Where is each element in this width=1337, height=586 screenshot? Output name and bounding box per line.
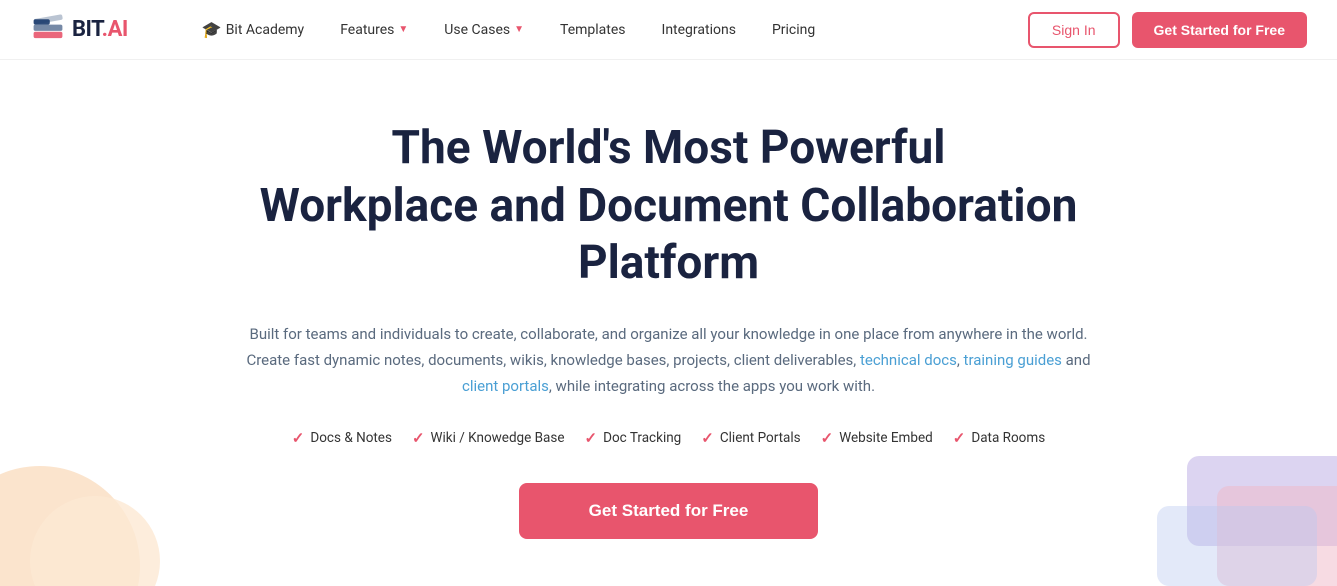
training-link[interactable]: training guides [964,351,1062,369]
check-icon-4: ✓ [701,429,714,447]
feature-website-embed: ✓ Website Embed [821,429,933,447]
academy-icon: 🎓 [202,20,222,39]
nav-use-cases[interactable]: Use Cases ▼ [430,14,538,46]
logo-text: BIT.AI [72,17,128,42]
features-chevron-icon: ▼ [398,24,408,35]
use-cases-chevron-icon: ▼ [514,24,524,35]
check-icon-5: ✓ [821,429,834,447]
check-icon-3: ✓ [585,429,598,447]
feature-wiki: ✓ Wiki / Knowedge Base [412,429,565,447]
hero-description: Built for teams and individuals to creat… [239,321,1099,400]
features-list: ✓ Docs & Notes ✓ Wiki / Knowedge Base ✓ … [292,429,1045,447]
logo-icon [30,12,66,48]
nav-pricing[interactable]: Pricing [758,14,829,46]
signin-button[interactable]: Sign In [1028,12,1120,48]
check-icon-2: ✓ [412,429,425,447]
get-started-hero-button[interactable]: Get Started for Free [519,483,819,539]
nav-links: 🎓 Bit Academy Features ▼ Use Cases ▼ Tem… [188,12,1028,47]
hero-title: The World's Most Powerful Workplace and … [219,120,1119,293]
hero-section: The World's Most Powerful Workplace and … [0,60,1337,579]
feature-doc-tracking: ✓ Doc Tracking [585,429,682,447]
feature-client-portals: ✓ Client Portals [701,429,800,447]
get-started-nav-button[interactable]: Get Started for Free [1132,12,1307,48]
navbar: BIT.AI 🎓 Bit Academy Features ▼ Use Case… [0,0,1337,60]
nav-templates[interactable]: Templates [546,14,640,46]
feature-docs-notes: ✓ Docs & Notes [292,429,392,447]
feature-data-rooms: ✓ Data Rooms [953,429,1045,447]
check-icon-6: ✓ [953,429,966,447]
nav-academy[interactable]: 🎓 Bit Academy [188,12,318,47]
nav-integrations[interactable]: Integrations [648,14,750,46]
tech-docs-link[interactable]: technical docs [860,351,957,369]
logo[interactable]: BIT.AI [30,12,128,48]
check-icon-1: ✓ [292,429,305,447]
portals-link[interactable]: client portals [462,377,549,395]
nav-features[interactable]: Features ▼ [326,14,422,46]
nav-actions: Sign In Get Started for Free [1028,12,1307,48]
